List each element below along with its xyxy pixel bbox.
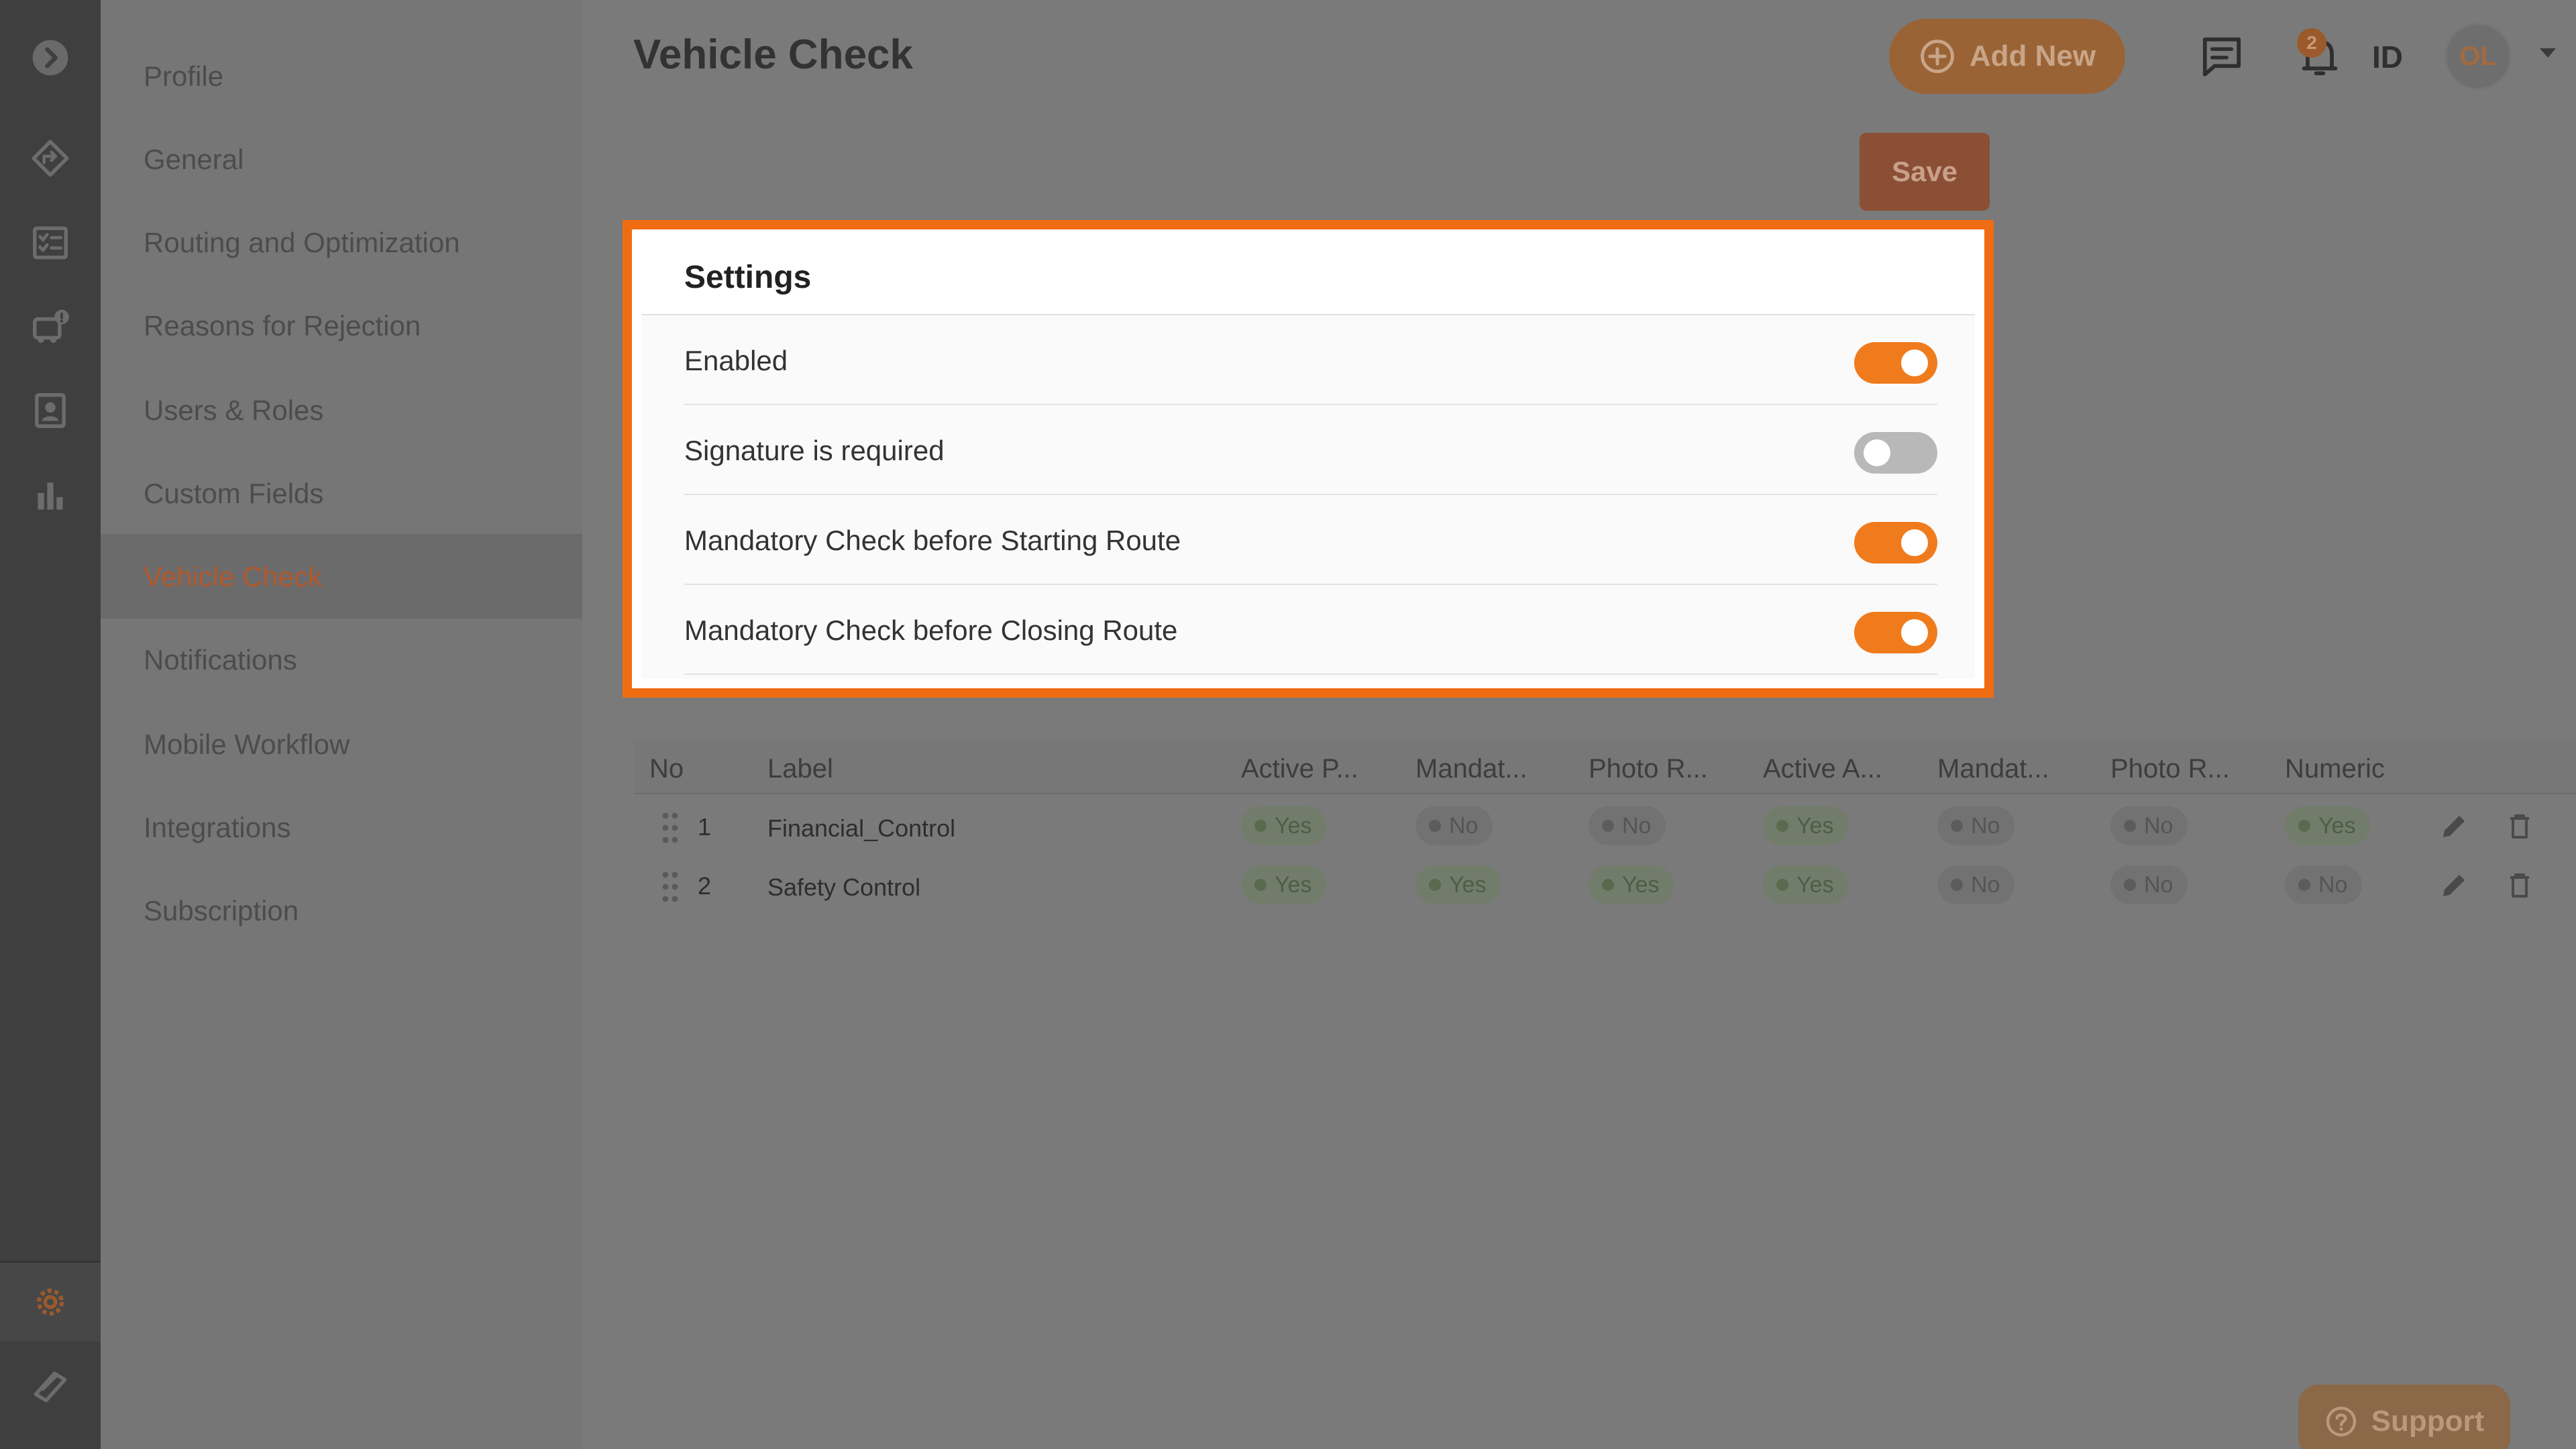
trash-icon[interactable] bbox=[2504, 810, 2536, 843]
column-no[interactable]: No bbox=[649, 754, 684, 784]
chat-icon[interactable] bbox=[2198, 32, 2246, 80]
settings-card-highlight: Settings Enabled Signature is required M… bbox=[623, 220, 1994, 698]
nav-contacts[interactable] bbox=[0, 370, 101, 451]
status-badge: Yes bbox=[1763, 806, 1849, 845]
learning-icon bbox=[34, 1371, 67, 1403]
sidebar-item-routing[interactable]: Routing and Optimization bbox=[144, 227, 460, 259]
sidebar-item-rejection-reasons[interactable]: Reasons for Rejection bbox=[144, 310, 421, 342]
expand-icon bbox=[32, 40, 68, 76]
sidebar-item-general[interactable]: General bbox=[144, 144, 244, 176]
save-button[interactable]: Save bbox=[1860, 133, 1990, 211]
setting-label: Enabled bbox=[684, 345, 788, 376]
setting-label: Signature is required bbox=[684, 435, 945, 466]
user-avatar[interactable]: OL bbox=[2445, 23, 2512, 90]
setting-row-signature: Signature is required bbox=[684, 405, 1937, 495]
status-badge: No bbox=[1937, 806, 2015, 845]
column-active-p[interactable]: Active P... bbox=[1241, 754, 1358, 784]
notification-badge: 2 bbox=[2297, 28, 2326, 58]
column-photo-r-1[interactable]: Photo R... bbox=[1589, 754, 1708, 784]
expand-button[interactable] bbox=[0, 17, 101, 98]
chevron-down-icon[interactable] bbox=[2540, 48, 2556, 58]
sidebar-item-integrations[interactable]: Integrations bbox=[144, 812, 290, 844]
row-label: Safety Control bbox=[767, 873, 921, 901]
nav-vehicles[interactable] bbox=[0, 287, 101, 368]
contacts-icon bbox=[35, 393, 66, 428]
settings-card-header: Settings bbox=[641, 239, 1975, 315]
status-badge: No bbox=[1415, 806, 1493, 845]
checklist-icon bbox=[33, 226, 68, 260]
column-label[interactable]: Label bbox=[767, 754, 833, 784]
column-photo-r-2[interactable]: Photo R... bbox=[2110, 754, 2230, 784]
row-label: Financial_Control bbox=[767, 814, 956, 842]
analytics-icon bbox=[38, 482, 63, 510]
language-switch[interactable]: ID bbox=[2372, 39, 2403, 75]
setting-row-check-close: Mandatory Check before Closing Route bbox=[684, 585, 1937, 675]
toggle-knob bbox=[1864, 439, 1890, 466]
settings-icon bbox=[36, 1288, 64, 1316]
plus-circle-icon bbox=[1921, 40, 1954, 73]
status-badge: Yes bbox=[1589, 865, 1674, 904]
status-badge: No bbox=[2285, 865, 2363, 904]
row-number: 1 bbox=[698, 813, 712, 841]
column-mandatory-1[interactable]: Mandat... bbox=[1415, 754, 1527, 784]
sidebar-item-subscription[interactable]: Subscription bbox=[144, 895, 299, 927]
trash-icon[interactable] bbox=[2504, 869, 2536, 902]
settings-sidebar bbox=[101, 0, 582, 1449]
settings-card: Settings Enabled Signature is required M… bbox=[641, 239, 1975, 679]
toggle-knob bbox=[1901, 529, 1928, 556]
column-active-a[interactable]: Active A... bbox=[1763, 754, 1882, 784]
support-button[interactable]: Support bbox=[2298, 1385, 2510, 1449]
enabled-toggle[interactable] bbox=[1854, 342, 1937, 384]
edit-icon[interactable] bbox=[2438, 869, 2470, 902]
table-header: No Label Active P... Mandat... Photo R..… bbox=[635, 741, 2576, 794]
drag-handle-icon[interactable] bbox=[660, 869, 680, 904]
status-badge: No bbox=[2110, 865, 2188, 904]
sidebar-item-vehicle-check[interactable]: Vehicle Check bbox=[144, 561, 322, 593]
nav-analytics[interactable] bbox=[0, 455, 101, 535]
help-icon bbox=[2326, 1406, 2356, 1437]
drag-handle-icon[interactable] bbox=[660, 810, 680, 845]
signature-required-toggle[interactable] bbox=[1854, 432, 1937, 474]
nav-checklist[interactable] bbox=[0, 203, 101, 283]
status-badge: Yes bbox=[1241, 865, 1327, 904]
status-badge: No bbox=[1589, 806, 1666, 845]
setting-row-check-start: Mandatory Check before Starting Route bbox=[684, 495, 1937, 585]
add-new-button[interactable]: Add New bbox=[1889, 19, 2125, 94]
page-title: Vehicle Check bbox=[633, 32, 914, 78]
sidebar-item-custom-fields[interactable]: Custom Fields bbox=[144, 478, 323, 510]
main-content: Vehicle Check Add New 2 ID OL Save bbox=[582, 0, 2576, 1449]
settings-title: Settings bbox=[684, 260, 812, 295]
edit-icon[interactable] bbox=[2438, 810, 2470, 843]
nav-learning[interactable] bbox=[0, 1346, 101, 1426]
setting-row-enabled: Enabled bbox=[684, 315, 1937, 405]
setting-label: Mandatory Check before Starting Route bbox=[684, 525, 1181, 556]
icon-rail bbox=[0, 0, 101, 1449]
sidebar-item-notifications[interactable]: Notifications bbox=[144, 644, 297, 676]
add-new-label: Add New bbox=[1969, 40, 2096, 72]
support-label: Support bbox=[2371, 1405, 2485, 1438]
vehicle-icon bbox=[33, 309, 69, 343]
column-numeric[interactable]: Numeric bbox=[2285, 754, 2385, 784]
sidebar-item-users-roles[interactable]: Users & Roles bbox=[144, 394, 323, 427]
toggle-knob bbox=[1901, 619, 1928, 646]
row-number: 2 bbox=[698, 872, 712, 900]
nav-routing[interactable] bbox=[0, 118, 101, 199]
sidebar-item-profile[interactable]: Profile bbox=[144, 60, 223, 93]
status-badge: Yes bbox=[1241, 806, 1327, 845]
status-badge: No bbox=[2110, 806, 2188, 845]
check-before-close-toggle[interactable] bbox=[1854, 612, 1937, 653]
column-mandatory-2[interactable]: Mandat... bbox=[1937, 754, 2049, 784]
status-badge: Yes bbox=[2285, 806, 2371, 845]
routing-icon bbox=[32, 140, 69, 177]
status-badge: Yes bbox=[1415, 865, 1501, 904]
nav-settings[interactable] bbox=[0, 1261, 101, 1342]
table-row: 2 Safety Control Yes Yes Yes Yes No No N… bbox=[635, 856, 2576, 915]
status-badge: Yes bbox=[1763, 865, 1849, 904]
check-before-start-toggle[interactable] bbox=[1854, 522, 1937, 564]
sidebar-item-mobile-workflow[interactable]: Mobile Workflow bbox=[144, 729, 350, 761]
status-badge: No bbox=[1937, 865, 2015, 904]
table-row: 1 Financial_Control Yes No No Yes No No … bbox=[635, 797, 2576, 856]
setting-label: Mandatory Check before Closing Route bbox=[684, 614, 1178, 646]
toggle-knob bbox=[1901, 350, 1928, 376]
